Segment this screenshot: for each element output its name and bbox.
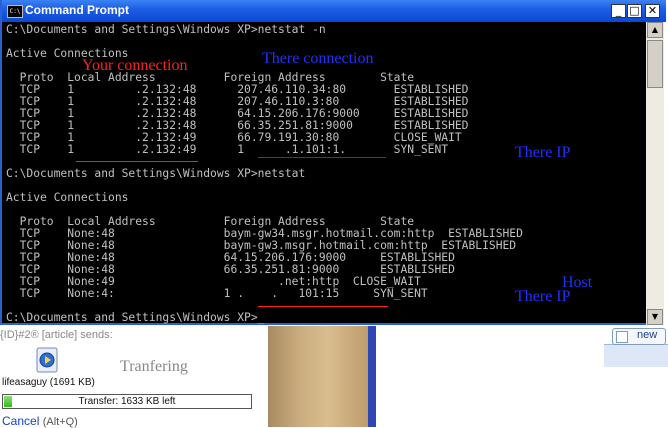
console-line: TCP None:4: 1 . . 101:15 SYN_SENT [6, 287, 428, 300]
media-file-icon[interactable] [35, 347, 59, 373]
sender-line: {ID}#2® [article] sends: [0, 329, 113, 341]
there-ip-annotation-2: There IP [515, 288, 571, 305]
toolbar-strip [604, 344, 668, 367]
tranfering-annotation-box: Tranfering [118, 357, 247, 377]
red-underline-2 [258, 306, 388, 307]
background-photo [268, 326, 368, 427]
console-line: C:\Documents and Settings\Windows XP>net… [6, 24, 326, 36]
there-ip-annotation: There IP [515, 144, 571, 161]
vertical-scrollbar[interactable]: ▲ ▼ [646, 22, 664, 325]
transfer-progress-bar: Transfer: 1633 KB left [2, 394, 252, 409]
console-line: TCP 1 .2.132:49 1 .1.101:1. SYN_SENT [6, 143, 449, 156]
scroll-up-icon[interactable]: ▲ [647, 22, 663, 38]
new-button-label: new [637, 329, 658, 341]
file-name: lifeasaguy (1691 KB) [2, 377, 95, 388]
console-line: C:\Documents and Settings\Windows XP>net… [6, 167, 306, 180]
scroll-down-icon[interactable]: ▼ [647, 309, 663, 325]
title-bar[interactable]: C:\ Command Prompt _ □ ✕ [2, 0, 666, 22]
minimize-button[interactable]: _ [611, 4, 626, 18]
cmd-icon[interactable]: C:\ [7, 5, 23, 18]
window-title: Command Prompt [25, 3, 130, 17]
blue-underline [258, 157, 386, 158]
scroll-thumb[interactable] [647, 40, 663, 88]
new-button[interactable]: new [612, 328, 666, 345]
red-underline [76, 161, 198, 162]
console-line: C:\Documents and Settings\Windows XP>_ [6, 311, 265, 324]
your-connection-annotation: Your connection [82, 57, 188, 74]
background-blue-edge [368, 326, 376, 427]
console-line: Active Connections [6, 191, 129, 204]
there-connection-annotation: There connection [262, 50, 374, 67]
tranfering-annotation: Tranfering [120, 358, 188, 375]
cancel-label: Cancel [2, 414, 40, 428]
cancel-link[interactable]: Cancel (Alt+Q) [2, 414, 78, 428]
maximize-button[interactable]: □ [627, 4, 642, 18]
progress-text: Transfer: 1633 KB left [78, 396, 176, 407]
close-button[interactable]: ✕ [645, 4, 660, 18]
new-document-icon [616, 331, 628, 343]
cancel-hotkey: (Alt+Q) [42, 416, 78, 428]
